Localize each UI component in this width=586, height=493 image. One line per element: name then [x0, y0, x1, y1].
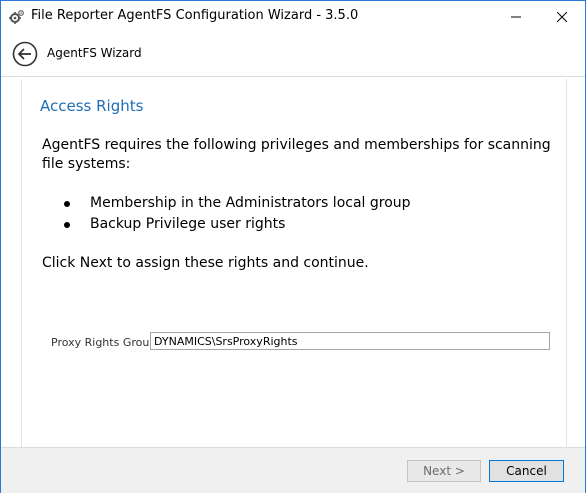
header-divider [1, 76, 585, 77]
back-button[interactable] [12, 41, 38, 67]
wizard-content-panel: Access Rights AgentFS requires the follo… [21, 79, 567, 447]
proxy-rights-group-input[interactable] [150, 332, 550, 350]
requirement-text: Backup Privilege user rights [90, 216, 286, 232]
minimize-button[interactable] [493, 1, 539, 32]
window-title: File Reporter AgentFS Configuration Wiza… [31, 8, 359, 23]
bullet-icon [64, 201, 70, 207]
close-icon [557, 11, 567, 22]
page-title: Access Rights [40, 97, 144, 115]
bullet-icon [64, 222, 70, 228]
close-button[interactable] [539, 1, 585, 32]
wizard-window: File Reporter AgentFS Configuration Wiza… [0, 0, 586, 493]
wizard-footer: Next > Cancel [1, 447, 585, 493]
wizard-title: AgentFS Wizard [47, 46, 142, 60]
wizard-nav-bar: AgentFS Wizard [1, 32, 585, 76]
instruction-text: Click Next to assign these rights and co… [42, 255, 369, 271]
back-arrow-icon [12, 41, 38, 67]
next-button[interactable]: Next > [407, 460, 481, 482]
title-bar[interactable]: File Reporter AgentFS Configuration Wiza… [1, 1, 585, 32]
requirement-text: Membership in the Administrators local g… [90, 195, 411, 211]
gears-icon [9, 9, 25, 25]
proxy-rights-group-label: Proxy Rights Group [51, 336, 157, 349]
minimize-icon [511, 16, 521, 17]
cancel-button[interactable]: Cancel [489, 460, 564, 482]
intro-text: AgentFS requires the following privilege… [42, 137, 551, 172]
